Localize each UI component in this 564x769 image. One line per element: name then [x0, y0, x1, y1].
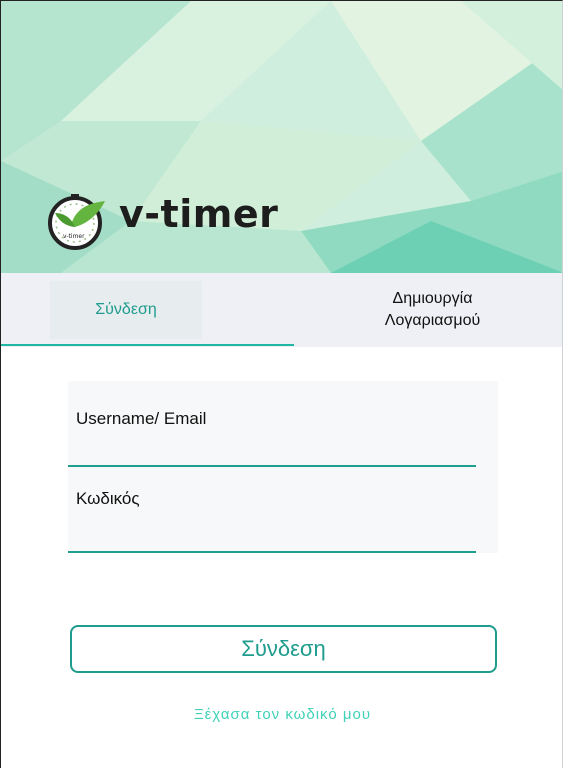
password-field-background	[68, 467, 498, 553]
tab-create-account[interactable]: Δημιουργία Λογαριασμού	[301, 281, 562, 339]
active-tab-indicator	[1, 344, 294, 346]
password-label: Κωδικός	[76, 489, 140, 508]
clock-logo-icon: v-timer	[48, 194, 105, 250]
password-field[interactable]: Κωδικός	[68, 467, 498, 553]
app-logo: v-timer v-timer	[41, 191, 331, 251]
password-underline	[68, 551, 476, 553]
login-screen: v-timer v-timer Σύνδεση Δημιουργία Λογαρ…	[0, 0, 563, 768]
forgot-password-link[interactable]: Ξέχασα τον κωδικό μου	[1, 706, 562, 723]
header-banner: v-timer v-timer	[1, 1, 562, 273]
username-label: Username/ Email	[76, 409, 207, 428]
tab-create-account-line2: Λογαριασμού	[384, 312, 481, 329]
username-field[interactable]: Username/ Email	[68, 381, 498, 467]
svg-text:v-timer: v-timer	[63, 233, 85, 240]
tab-bar: Σύνδεση Δημιουργία Λογαριασμού	[1, 273, 562, 347]
app-name: v-timer	[119, 192, 279, 236]
tab-create-account-line1: Δημιουργία	[392, 290, 473, 307]
tab-login[interactable]: Σύνδεση	[50, 281, 202, 339]
login-button[interactable]: Σύνδεση	[70, 625, 497, 673]
